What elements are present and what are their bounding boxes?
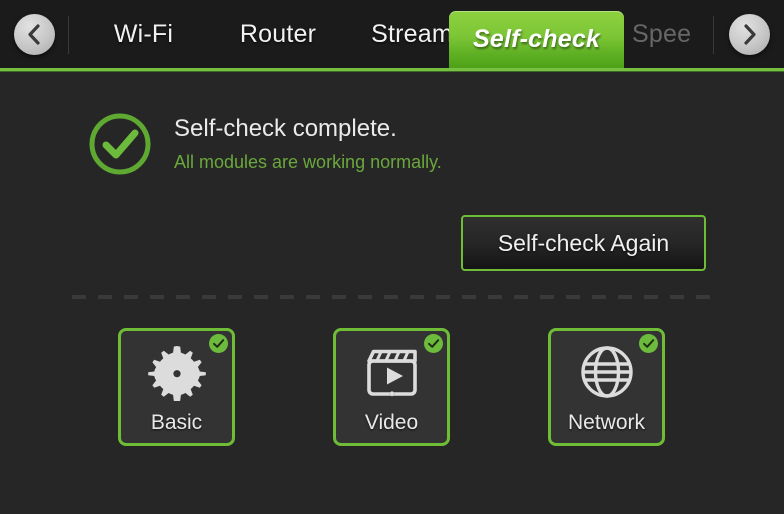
tab-stream-label: Stream: [371, 19, 453, 48]
section-separator: [72, 295, 712, 299]
tab-router[interactable]: Router: [211, 0, 345, 68]
tab-bar-divider-left: [68, 16, 69, 54]
tab-self-check[interactable]: Self-check: [449, 11, 624, 68]
status-subtitle: All modules are working normally.: [174, 151, 442, 172]
tab-bar: Wi-Fi Router Stream Self-check Spee: [0, 0, 784, 68]
tab-wifi-label: Wi-Fi: [113, 19, 174, 48]
check-badge-icon: [639, 334, 658, 353]
self-check-status: Self-check complete. All modules are wor…: [88, 112, 442, 176]
self-check-again-button[interactable]: Self-check Again: [461, 215, 706, 271]
tab-speed-label: Spee: [632, 19, 692, 48]
module-tile-video[interactable]: Video: [333, 328, 450, 446]
module-tile-basic[interactable]: Basic: [118, 328, 235, 446]
check-circle-icon: [88, 112, 152, 176]
clapperboard-play-icon: [363, 343, 421, 401]
header-accent-rule: [0, 68, 784, 71]
self-check-again-label: Self-check Again: [497, 229, 670, 256]
tab-self-check-label: Self-check: [472, 25, 601, 53]
tab-bar-divider-right: [713, 16, 714, 54]
chevron-right-icon: [729, 14, 770, 55]
module-tile-list: Basic Video Network: [0, 328, 784, 450]
tab-router-label: Router: [239, 19, 317, 48]
check-badge-icon: [209, 334, 228, 353]
tab-speed[interactable]: Spee: [632, 0, 742, 68]
check-badge-icon: [424, 334, 443, 353]
chevron-left-icon: [14, 14, 55, 55]
tab-list: Wi-Fi Router Stream Self-check Spee: [76, 0, 712, 68]
gear-icon: [147, 343, 206, 402]
self-check-screen: Wi-Fi Router Stream Self-check Spee Self…: [0, 0, 784, 514]
module-tile-video-label: Video: [364, 411, 419, 434]
module-tile-network-label: Network: [567, 411, 646, 434]
module-tile-network[interactable]: Network: [548, 328, 665, 446]
prev-tabs-button[interactable]: [14, 14, 55, 55]
status-text-block: Self-check complete. All modules are wor…: [174, 115, 442, 172]
next-tabs-button[interactable]: [729, 14, 770, 55]
tab-wifi[interactable]: Wi-Fi: [76, 0, 211, 68]
module-tile-basic-label: Basic: [150, 411, 203, 434]
globe-icon: [578, 343, 636, 401]
status-title: Self-check complete.: [174, 115, 397, 143]
